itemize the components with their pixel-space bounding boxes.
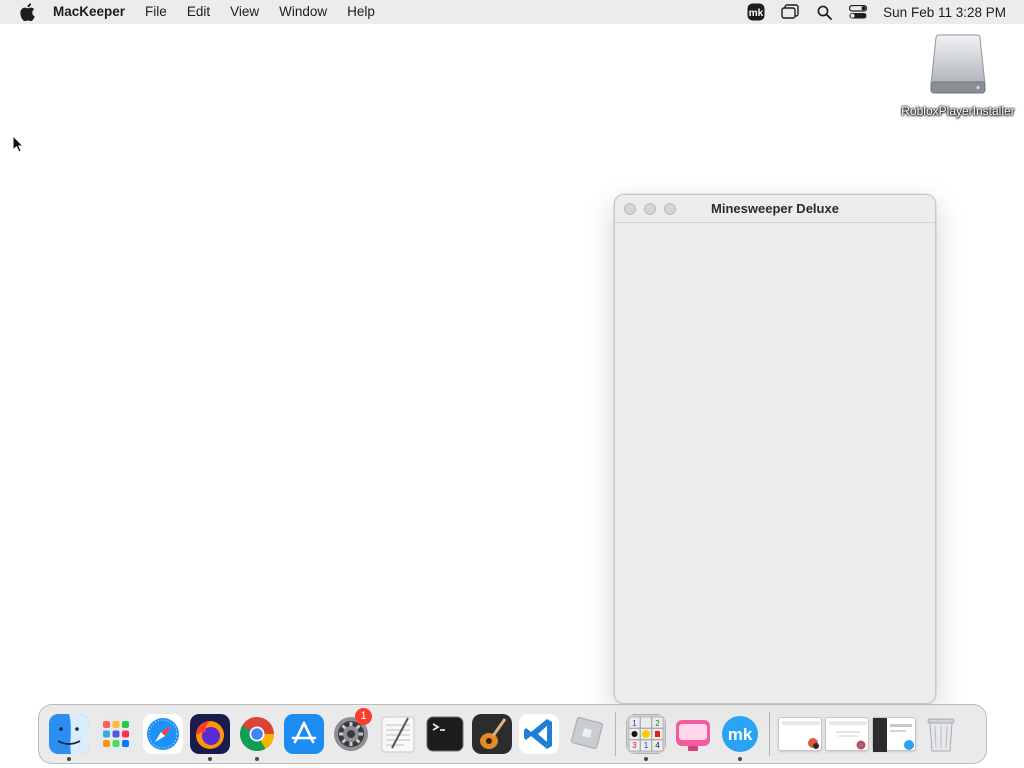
dock: 1 12314 mk	[38, 704, 987, 764]
window-titlebar[interactable]: Minesweeper Deluxe	[615, 195, 935, 223]
dock-item-vscode[interactable]	[515, 706, 562, 762]
menu-window[interactable]: Window	[269, 0, 337, 24]
menu-view[interactable]: View	[220, 0, 269, 24]
desktop-item-label: RobloxPlayerInstaller	[901, 104, 1015, 118]
trash-icon	[921, 714, 961, 754]
menu-app-name[interactable]: MacKeeper	[51, 0, 135, 24]
safari-icon	[142, 714, 183, 754]
mackeeper-icon: mk	[720, 714, 760, 754]
dock-minimized-window-2[interactable]	[823, 706, 870, 762]
running-indicator	[737, 757, 742, 761]
spotlight-search-icon[interactable]	[807, 0, 841, 24]
menu-bar-clock[interactable]: Sun Feb 11 3:28 PM	[875, 5, 1024, 20]
desktop-item-roblox-installer[interactable]: RobloxPlayerInstaller	[898, 34, 1018, 119]
terminal-icon	[425, 714, 465, 754]
dock-item-trash[interactable]	[917, 706, 964, 762]
menu-edit[interactable]: Edit	[177, 0, 220, 24]
apple-logo-icon[interactable]	[17, 2, 37, 22]
dock-item-finder[interactable]	[45, 706, 92, 762]
dock-item-launchpad[interactable]	[92, 706, 139, 762]
svg-text:4: 4	[655, 741, 660, 750]
notification-badge: 1	[355, 708, 372, 725]
dock-minimized-window-1[interactable]	[776, 706, 823, 762]
svg-text:mk: mk	[727, 725, 752, 744]
cleanmymac-icon	[673, 714, 713, 754]
svg-text:2: 2	[655, 719, 660, 728]
launchpad-icon	[95, 714, 136, 754]
dock-item-system-settings[interactable]: 1	[327, 706, 374, 762]
app-store-icon	[283, 714, 324, 754]
screen-mirroring-icon[interactable]	[773, 0, 807, 24]
mouse-pointer-icon	[12, 134, 25, 153]
dock-separator	[615, 712, 616, 756]
dock-item-roblox[interactable]	[562, 706, 609, 762]
menu-help[interactable]: Help	[337, 0, 385, 24]
svg-text:mk: mk	[749, 8, 764, 19]
running-indicator	[254, 757, 259, 761]
dock-item-cleanmymac[interactable]	[669, 706, 716, 762]
garageband-icon	[471, 714, 512, 754]
minesweeper-icon: 12314	[625, 714, 666, 754]
minesweeper-window[interactable]: Minesweeper Deluxe	[614, 194, 936, 704]
window-thumbnail-icon	[871, 717, 916, 752]
svg-text:1: 1	[643, 741, 648, 750]
running-indicator	[66, 757, 71, 761]
external-disk-icon[interactable]	[928, 34, 988, 96]
firefox-icon	[189, 714, 230, 754]
roblox-icon	[566, 714, 606, 754]
window-content	[615, 223, 935, 703]
svg-text:3: 3	[632, 741, 637, 750]
dock-item-mackeeper[interactable]: mk	[716, 706, 763, 762]
dock-item-safari[interactable]	[139, 706, 186, 762]
vscode-icon	[518, 714, 559, 754]
menu-file[interactable]: File	[135, 0, 177, 24]
dock-item-firefox[interactable]	[186, 706, 233, 762]
dock-item-app-store[interactable]	[280, 706, 327, 762]
dock-separator	[769, 712, 770, 756]
dock-item-textedit[interactable]	[374, 706, 421, 762]
window-title: Minesweeper Deluxe	[711, 201, 839, 216]
dock-minimized-window-3[interactable]	[870, 706, 917, 762]
dock-item-minesweeper[interactable]: 12314	[622, 706, 669, 762]
running-indicator	[643, 757, 648, 761]
dock-item-chrome[interactable]	[233, 706, 280, 762]
running-indicator	[207, 757, 212, 761]
window-thumbnail-icon	[824, 717, 869, 751]
finder-icon	[48, 714, 89, 754]
menu-bar: MacKeeper File Edit View Window Help mk …	[0, 0, 1024, 24]
dock-item-terminal[interactable]	[421, 706, 468, 762]
svg-text:1: 1	[632, 719, 637, 728]
dock-item-garageband[interactable]	[468, 706, 515, 762]
window-thumbnail-icon	[777, 717, 822, 751]
chrome-icon	[237, 714, 277, 754]
control-center-icon[interactable]	[841, 0, 875, 24]
mackeeper-status-icon[interactable]: mk	[739, 0, 773, 24]
textedit-icon	[378, 714, 418, 754]
